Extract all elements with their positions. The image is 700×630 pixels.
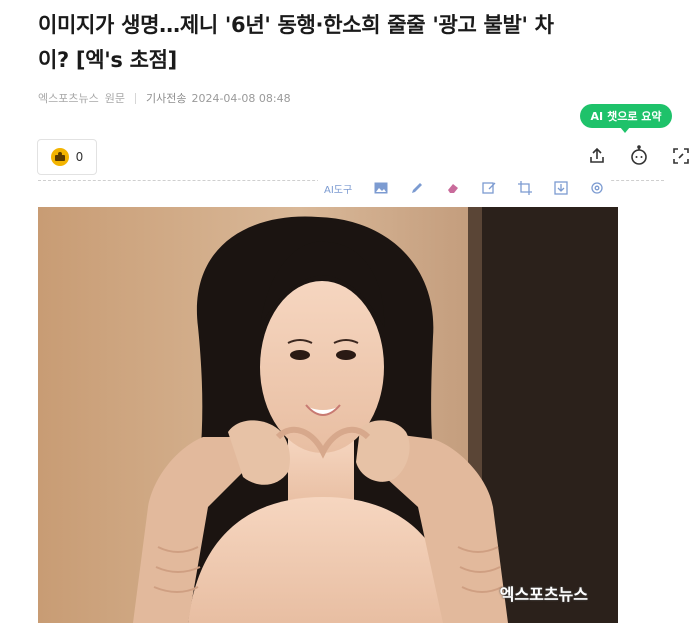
meta-divider (134, 92, 136, 104)
chatbot-icon[interactable] (624, 142, 654, 170)
eraser-icon[interactable] (446, 181, 460, 195)
article-actions (570, 142, 696, 170)
headline-line-1: 이미지가 생명…제니 '6년' 동행·한소희 줄줄 '광고 불발' 차 (38, 13, 554, 37)
crop-icon[interactable] (518, 181, 533, 195)
reaction-count: 0 (75, 150, 84, 164)
ai-tool-button[interactable]: AI도구 (324, 181, 352, 196)
press-name[interactable]: 엑스포츠뉴스 (38, 90, 99, 106)
reaction-face-icon (50, 148, 69, 166)
article-datetime: 2024-04-08 08:48 (191, 91, 291, 105)
original-link[interactable]: 원문 (105, 90, 125, 106)
image-toolbar: AI도구 (318, 178, 611, 198)
download-icon[interactable] (554, 181, 568, 195)
ai-mark: AI (590, 109, 604, 123)
photo-watermark: 엑스포츠뉴스 (499, 585, 588, 604)
article-photo: 엑스포츠뉴스 (38, 207, 618, 623)
image-icon[interactable] (374, 182, 388, 194)
edit-image-icon[interactable] (482, 181, 496, 195)
article-headline: 이미지가 생명…제니 '6년' 동행·한소희 줄줄 '광고 불발' 차 이? [… (38, 8, 678, 78)
share-icon[interactable] (582, 142, 612, 170)
ai-summary-label: 챗으로 요약 (607, 110, 662, 123)
sent-label: 기사전송 (145, 92, 187, 105)
headline-line-2: 이? [엑's 초점] (38, 48, 177, 72)
article-meta: 엑스포츠뉴스 원문 기사전송 2024-04-08 08:48 (38, 90, 291, 106)
reaction-button[interactable]: 0 (37, 139, 97, 175)
settings-icon[interactable] (590, 181, 604, 195)
expand-icon[interactable] (666, 142, 696, 170)
pen-icon[interactable] (410, 181, 424, 195)
ai-summary-button[interactable]: AI 챗으로 요약 (580, 104, 672, 133)
